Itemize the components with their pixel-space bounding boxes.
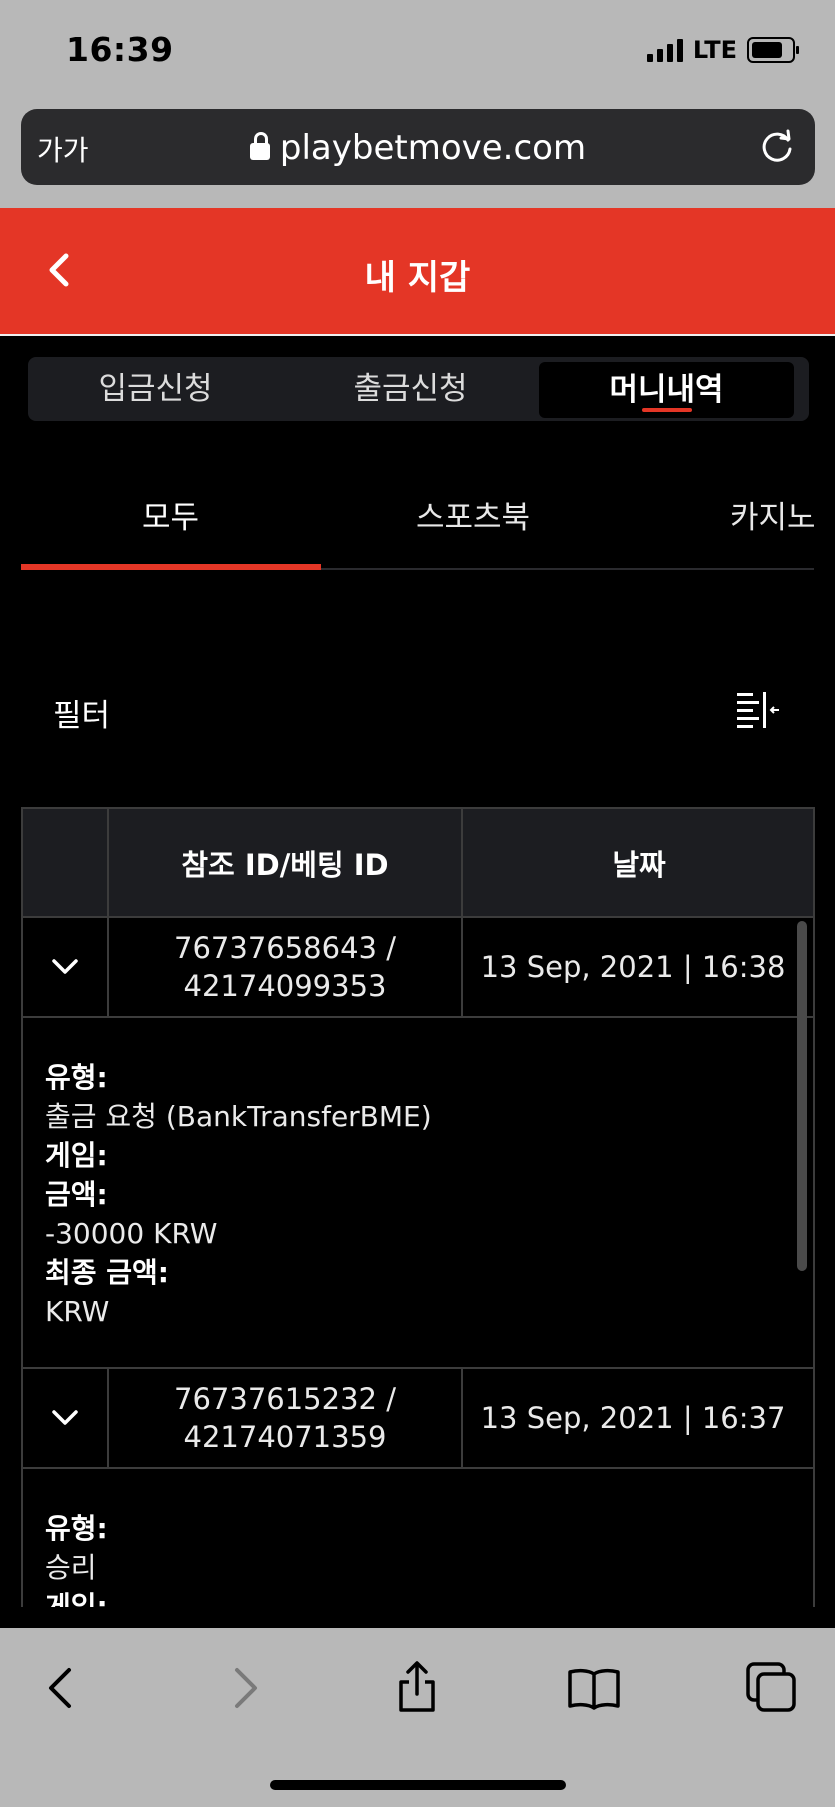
filter-label[interactable]: 필터 (53, 690, 110, 735)
home-indicator (270, 1780, 566, 1790)
status-icons: LTE (646, 36, 799, 64)
network-type: LTE (692, 36, 737, 64)
status-bar: 16:39 LTE (0, 0, 835, 105)
expand-row-button[interactable] (23, 1369, 107, 1467)
chevron-down-icon (52, 1410, 78, 1425)
final-amount-value: KRW (45, 1295, 110, 1328)
ref-id-cell: 76737615232 / 42174071359 (109, 1369, 461, 1467)
tabs-icon[interactable] (742, 1658, 802, 1718)
category-tabs: 모두 스포츠북 카지노 (21, 470, 835, 570)
ref-id: 76737615232 / (174, 1382, 396, 1416)
ref-id: 76737658643 / (174, 931, 396, 965)
game-label: 게임: (45, 1590, 108, 1607)
type-label: 유형: (45, 1512, 108, 1545)
url-display[interactable]: playbetmove.com (21, 128, 815, 168)
amount-label: 금액: (45, 1178, 108, 1211)
signal-icon (646, 38, 683, 62)
transaction-details: 유형: 출금 요청 (BankTransferBME) 게임: 금액: -300… (45, 1058, 432, 1331)
lock-icon (249, 132, 270, 160)
transaction-details: 유형: 승리 게임: (45, 1509, 108, 1607)
tab-all[interactable]: 모두 (142, 492, 199, 537)
battery-icon (747, 37, 799, 63)
scrollbar[interactable] (797, 921, 807, 1271)
back-icon[interactable] (33, 1658, 93, 1718)
page-title: 내 지갑 (364, 258, 471, 298)
segment-money-history[interactable]: 머니내역 (539, 362, 794, 418)
status-time: 16:39 (66, 30, 174, 69)
column-header-ref-id: 참조 ID/베팅 ID (181, 847, 389, 882)
expand-row-button[interactable] (23, 918, 107, 1016)
amount-value: -30000 KRW (45, 1217, 218, 1250)
reload-icon[interactable] (757, 127, 797, 167)
chevron-down-icon (52, 959, 78, 974)
type-value: 출금 요청 (BankTransferBME) (45, 1100, 432, 1133)
ref-id-cell: 76737658643 / 42174099353 (109, 918, 461, 1016)
wallet-segment-control: 입금신청 출금신청 머니내역 (28, 357, 809, 421)
date-cell: 13 Sep, 2021 | 16:37 (480, 1401, 786, 1435)
address-bar[interactable]: 가가 playbetmove.com (21, 109, 815, 185)
transaction-table: 참조 ID/베팅 ID 날짜 76737658643 / 42174099353… (21, 807, 815, 1607)
forward-icon[interactable] (213, 1658, 273, 1718)
segment-withdraw[interactable]: 출금신청 (283, 357, 538, 421)
bet-id: 42174099353 (183, 969, 387, 1003)
share-icon[interactable] (387, 1658, 447, 1718)
table-header: 참조 ID/베팅 ID 날짜 (23, 809, 813, 916)
type-value: 승리 (45, 1551, 97, 1584)
date-cell: 13 Sep, 2021 | 16:38 (480, 950, 786, 984)
tab-sportsbook[interactable]: 스포츠북 (416, 492, 530, 537)
filter-icon[interactable] (735, 690, 781, 730)
browser-toolbar: 가가 playbetmove.com (0, 105, 835, 208)
app-header: 내 지갑 (0, 208, 835, 336)
game-label: 게임: (45, 1139, 108, 1172)
tab-active-indicator (21, 564, 321, 570)
type-label: 유형: (45, 1061, 108, 1094)
segment-money-history-label: 머니내역 (609, 372, 724, 408)
final-amount-label: 최종 금액: (45, 1256, 169, 1289)
bet-id: 42174071359 (183, 1420, 387, 1454)
browser-bottom-toolbar (0, 1628, 835, 1807)
bookmarks-icon[interactable] (564, 1658, 624, 1718)
column-header-date: 날짜 (612, 847, 666, 882)
segment-active-indicator (641, 408, 692, 412)
url-text: playbetmove.com (279, 128, 587, 168)
tab-casino[interactable]: 카지노 (730, 492, 816, 537)
segment-deposit[interactable]: 입금신청 (28, 357, 283, 421)
